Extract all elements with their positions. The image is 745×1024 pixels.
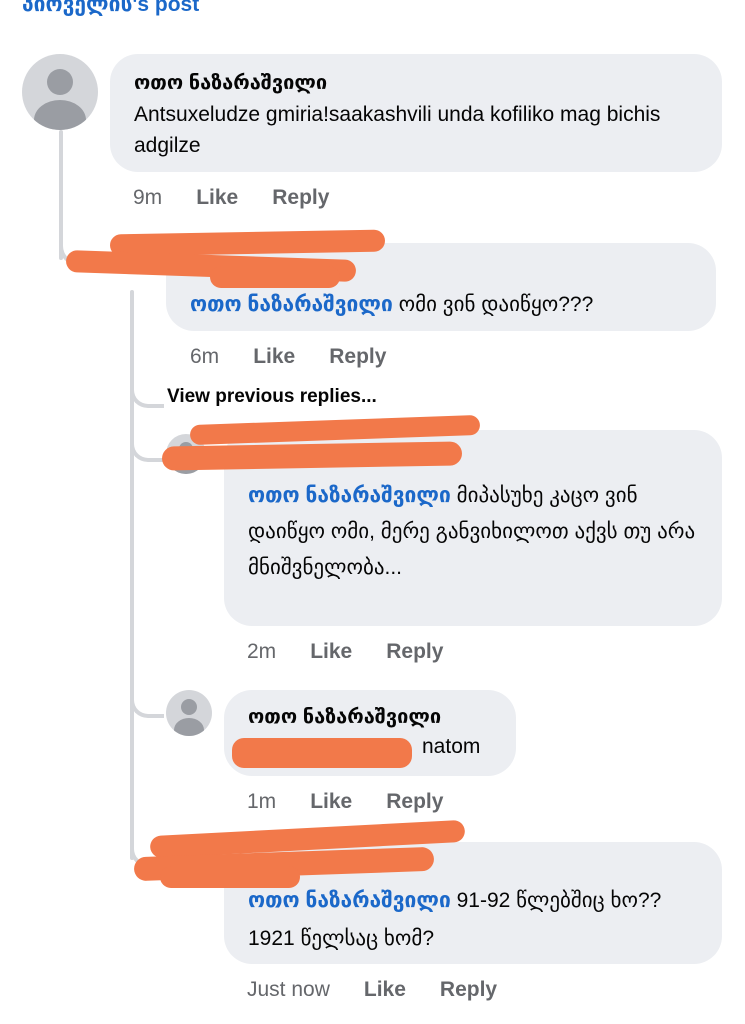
reply-button[interactable]: Reply: [272, 186, 329, 209]
mention-link[interactable]: ოთო ნაზარაშვილი: [248, 889, 451, 912]
reply-actions: 1m Like Reply: [247, 790, 443, 814]
reply-actions: Just now Like Reply: [247, 978, 497, 1002]
reply-time[interactable]: 2m: [247, 640, 276, 663]
like-button[interactable]: Like: [310, 640, 352, 663]
avatar[interactable]: [166, 690, 212, 736]
user-silhouette-body: [34, 100, 86, 130]
user-silhouette-body: [174, 718, 204, 736]
redaction-mark: [160, 866, 300, 888]
reply-time[interactable]: 1m: [247, 790, 276, 813]
reply-button[interactable]: Reply: [329, 345, 386, 368]
reply-button[interactable]: Reply: [440, 978, 497, 1001]
redaction-mark: [232, 738, 412, 768]
post-suffix: 's post: [132, 0, 200, 16]
post-owner-header[interactable]: პიოველის's post: [22, 0, 199, 17]
mention-link[interactable]: ოთო ნაზარაშვილი: [248, 484, 451, 507]
comment-time[interactable]: 9m: [133, 186, 162, 209]
reply-actions: 2m Like Reply: [247, 640, 443, 664]
user-silhouette-icon: [47, 69, 73, 95]
redaction-mark: [210, 266, 340, 288]
avatar[interactable]: [22, 54, 98, 130]
like-button[interactable]: Like: [310, 790, 352, 813]
user-silhouette-icon: [181, 699, 197, 715]
comment-author[interactable]: ოთო ნაზარაშვილი: [134, 70, 698, 95]
thread-curve-reply-4: [130, 690, 164, 718]
like-button[interactable]: Like: [253, 345, 295, 368]
reply-time[interactable]: 6m: [190, 345, 219, 368]
reply-button[interactable]: Reply: [386, 640, 443, 663]
comment-actions: 9m Like Reply: [133, 186, 329, 210]
thread-line-replies: [130, 290, 134, 860]
comment-text: Antsuxeludze gmiria!saakashvili unda kof…: [134, 103, 661, 157]
reply-text-block: ოთო ნაზარაშვილი მიპასუხე კაცო ვინ დაიწყო…: [248, 478, 698, 586]
like-button[interactable]: Like: [196, 186, 238, 209]
thread-curve-reply-3: [130, 430, 164, 462]
reply-text: ომი ვინ დაიწყო???: [398, 293, 594, 316]
reply-text-line: ოთო ნაზარაშვილი ომი ვინ დაიწყო???: [190, 289, 692, 320]
thread-curve-view-prev: [130, 380, 164, 408]
reply-actions: 6m Like Reply: [190, 345, 386, 369]
reply-time[interactable]: Just now: [247, 978, 330, 1001]
reply-text-block: ოთო ნაზარაშვილი 91-92 წლებშიც ხო?? 1921 …: [248, 882, 698, 958]
comment-bubble[interactable]: ოთო ნაზარაშვილი Antsuxeludze gmiria!saak…: [110, 54, 722, 172]
like-button[interactable]: Like: [364, 978, 406, 1001]
mention-link[interactable]: ოთო ნაზარაშვილი: [190, 293, 393, 316]
reply-button[interactable]: Reply: [386, 790, 443, 813]
view-previous-replies-link[interactable]: View previous replies...: [167, 386, 377, 408]
post-owner-name[interactable]: პიოველის: [22, 0, 132, 16]
reply-author[interactable]: ოთო ნაზარაშვილი: [248, 704, 492, 729]
